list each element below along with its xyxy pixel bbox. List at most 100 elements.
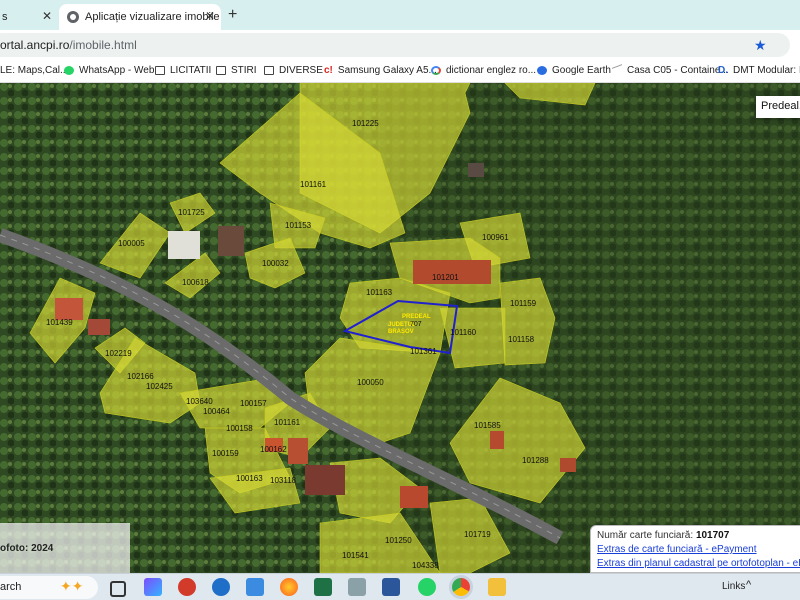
bookmark-item[interactable]: Casa C05 - Containe... (612, 64, 729, 77)
address-bar[interactable]: ortal.ancpi.ro/imobile.html ★ (0, 33, 790, 57)
parcel-label: 101541 (342, 551, 369, 560)
parcel-label: 100464 (203, 407, 230, 416)
word-icon[interactable] (382, 578, 400, 596)
c-icon: c! (324, 65, 333, 76)
mail-icon[interactable] (246, 578, 264, 596)
parcel-label: 100961 (482, 233, 509, 242)
parcel-label: 100005 (118, 239, 145, 248)
copilot-sparkle-icon: ✦✦ (60, 578, 84, 594)
bookmark-label: dictionar englez ro... (446, 65, 537, 76)
close-tab-icon[interactable]: ✕ (205, 9, 215, 23)
roof (55, 298, 83, 320)
whatsapp-taskbar-icon[interactable] (418, 578, 436, 596)
file-explorer-icon[interactable] (488, 578, 506, 596)
bookmark-label: STIRI (231, 65, 257, 76)
parcel-label: 101585 (474, 421, 501, 430)
bookmark-label: DMT Modular: Des (733, 65, 800, 76)
tab-previous[interactable]: s ✕ (0, 4, 58, 30)
task-view-icon[interactable] (110, 581, 126, 597)
d-icon: D. (718, 65, 728, 76)
bookmark-item[interactable]: dictionar englez ro... (431, 65, 536, 76)
tab-active[interactable]: Aplicație vizualizare imobile ✕ (59, 4, 221, 30)
bookmark-item[interactable]: STIRI (216, 65, 257, 76)
windows-taskbar: arch ✦✦ Links ^ (0, 573, 800, 600)
parcel-label: 101159 (510, 299, 537, 308)
bookmark-item[interactable]: LICITATII (155, 65, 211, 76)
parcel-label: 101225 (352, 119, 379, 128)
bookmark-item[interactable]: D. DMT Modular: Des (718, 65, 800, 76)
parcel-label: 102425 (146, 382, 173, 391)
selected-parcel-line1: PREDEAL (402, 314, 431, 320)
orthophoto-year-label: ofoto: 2024 (0, 523, 130, 573)
bookmark-item[interactable]: WhatsApp - Web (64, 65, 154, 76)
tab-active-label: Aplicație vizualizare imobile (85, 11, 220, 23)
parcel-label: 101201 (432, 273, 459, 282)
new-tab-button[interactable]: + (228, 6, 237, 24)
parcel-label: 101161 (274, 418, 301, 427)
parcel-label: 104338 (412, 561, 439, 570)
taskbar-links[interactable]: Links (722, 581, 745, 592)
browser-toolbar: ortal.ancpi.ro/imobile.html ★ (0, 30, 800, 60)
parcel-label: 103640 (186, 397, 213, 406)
parcel-label: 101719 (464, 530, 491, 539)
parcel-label: 101160 (450, 328, 477, 337)
parcel-label: 101163 (366, 288, 393, 297)
app-blue-icon[interactable] (212, 578, 230, 596)
parcel-label: 102166 (127, 372, 154, 381)
parcel-label: 100618 (182, 278, 209, 287)
folder-icon (155, 66, 165, 75)
app-red-icon[interactable] (178, 578, 196, 596)
land-book-row: Număr carte funciară: 101707 (597, 529, 798, 543)
copilot-icon[interactable] (144, 578, 162, 596)
parcel-label: 100159 (212, 449, 239, 458)
parcel-label: 100157 (240, 399, 267, 408)
map-canvas[interactable]: PREDEAL JUDEȚUL 707 BRAȘOV 101225 101161… (0, 83, 800, 573)
taskbar-search[interactable]: arch ✦✦ (0, 576, 98, 599)
roof (88, 319, 110, 335)
roof (218, 226, 244, 256)
bookmark-item[interactable]: LE: Maps,Cal... (0, 65, 68, 76)
parcel-label: 101153 (285, 221, 312, 230)
bookmark-item[interactable]: DIVERSE (264, 65, 323, 76)
parcel-label: 101250 (385, 536, 412, 545)
parcel-label: 100162 (260, 445, 287, 454)
bookmark-label: Casa C05 - Containe... (627, 65, 729, 76)
selected-parcel-line3: BRAȘOV (388, 329, 414, 335)
excel-icon[interactable] (314, 578, 332, 596)
bookmark-item[interactable]: c! Samsung Galaxy A5... (324, 65, 437, 76)
tray-chevron-icon[interactable]: ^ (746, 579, 751, 591)
parcel-label: 100050 (357, 378, 384, 387)
roof (560, 458, 576, 472)
roof (288, 438, 308, 464)
location-search-chip[interactable]: Predeal, (756, 96, 800, 118)
roof (468, 163, 484, 177)
parcel-label: 101725 (178, 208, 205, 217)
land-book-label: Număr carte funciară: (597, 530, 694, 541)
bookmark-star-icon[interactable]: ★ (754, 37, 767, 54)
url-text[interactable]: ortal.ancpi.ro/imobile.html (0, 38, 137, 52)
extras-plan-cadastral-link[interactable]: Extras din planul cadastral pe ortofotop… (597, 558, 800, 569)
roof (305, 465, 345, 495)
bookmark-label: Google Earth (552, 65, 611, 76)
parcel-label: 100032 (262, 259, 289, 268)
chrome-icon[interactable] (452, 578, 470, 596)
firefox-icon[interactable] (280, 578, 298, 596)
close-tab-icon[interactable]: ✕ (42, 9, 52, 23)
parcel-label: 101439 (46, 318, 73, 327)
bookmark-item[interactable]: Google Earth (537, 65, 611, 76)
bookmark-label: WhatsApp - Web (79, 65, 155, 76)
whatsapp-icon (64, 66, 74, 75)
map-viewer[interactable]: PREDEAL JUDEȚUL 707 BRAȘOV 101225 101161… (0, 83, 800, 573)
google-earth-icon (537, 66, 547, 75)
parcel-label: 102219 (105, 349, 132, 358)
folder-icon (216, 66, 226, 75)
parcel-label: 101361 (410, 347, 437, 356)
photos-icon[interactable] (348, 578, 366, 596)
selected-parcel-number: 707 (410, 321, 422, 328)
bookmark-label: LE: Maps,Cal... (0, 65, 69, 76)
taskbar-search-label: arch (0, 581, 22, 593)
bookmark-label: LICITATII (170, 65, 212, 76)
bookmark-label: DIVERSE (279, 65, 323, 76)
extras-carte-funciara-link[interactable]: Extras de carte funciară - ePayment (597, 544, 757, 555)
parcel-label: 101158 (508, 335, 535, 344)
